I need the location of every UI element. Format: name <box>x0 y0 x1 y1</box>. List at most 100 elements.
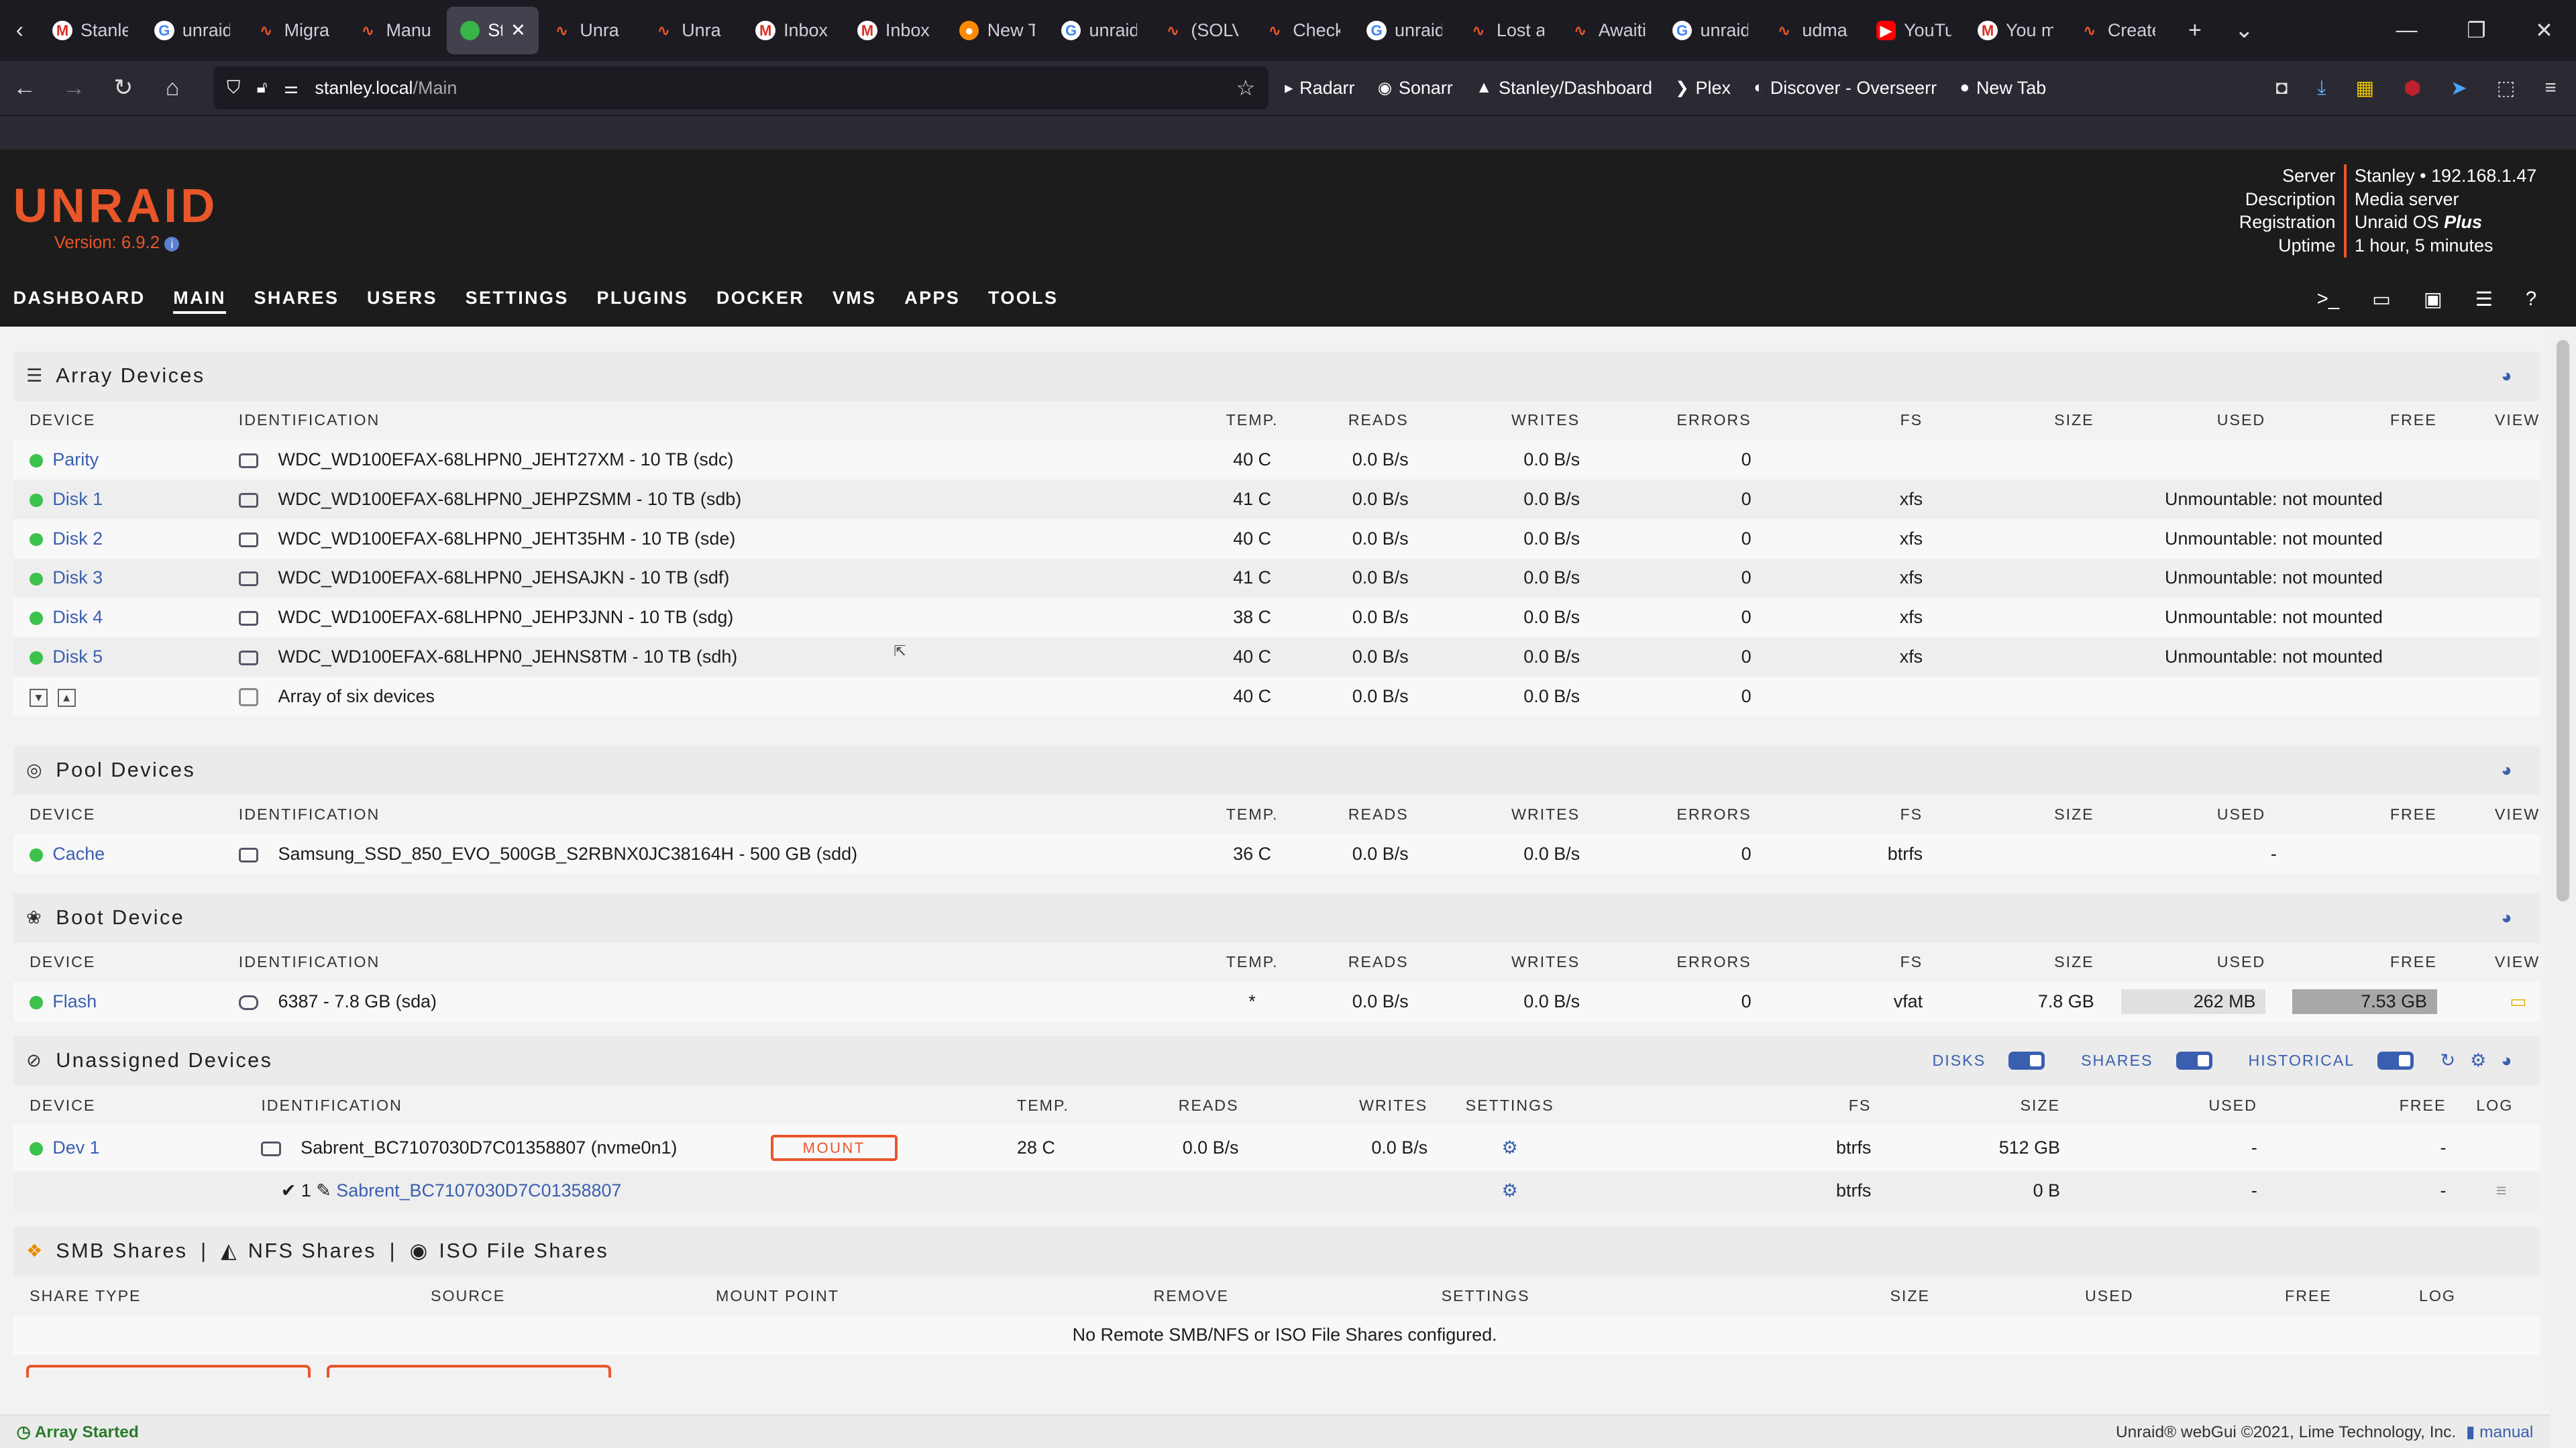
browse-folder-icon[interactable]: ▭ <box>2510 991 2526 1011</box>
forward-icon[interactable]: → <box>49 75 98 101</box>
unraid-logo[interactable]: UNRAID <box>13 179 219 233</box>
cursor-extension-icon[interactable]: ➤ <box>2451 76 2467 100</box>
ublock-icon[interactable]: ⬢ <box>2404 76 2421 100</box>
close-tab-icon[interactable]: ✕ <box>511 20 526 41</box>
nav-settings[interactable]: SETTINGS <box>466 288 569 315</box>
settings-gear-icon[interactable]: ⚙ <box>2470 1050 2488 1071</box>
help-icon[interactable]: ? <box>2526 288 2536 311</box>
nav-vms[interactable]: VMS <box>833 288 877 315</box>
url-text[interactable]: stanley.local/Main <box>315 78 457 99</box>
nav-dashboard[interactable]: DASHBOARD <box>13 288 146 315</box>
browser-tab[interactable]: ∿ Manu <box>345 7 447 54</box>
nav-shares[interactable]: SHARES <box>254 288 339 315</box>
browser-tab[interactable]: ▶ YouTu <box>1863 7 1965 54</box>
device-link[interactable]: Cache <box>52 844 105 864</box>
scrollbar-thumb[interactable] <box>2556 339 2570 902</box>
browser-tab[interactable]: M Inbox <box>743 7 845 54</box>
downloads-icon[interactable]: ⤓ <box>2317 76 2326 100</box>
permissions-icon[interactable]: ⚌ <box>284 78 299 98</box>
extension-badge-icon[interactable]: ▦ <box>2355 76 2374 100</box>
address-bar[interactable]: ⛉ 🔓︎ ⚌ stanley.local/Main ☆ <box>213 66 1269 109</box>
collapse-up-icon[interactable]: ▴ <box>57 689 76 708</box>
browser-tab[interactable]: ∿ (SOLV <box>1150 7 1252 54</box>
add-remote-share-button[interactable] <box>26 1364 311 1378</box>
bookmark-star-icon[interactable]: ☆ <box>1236 75 1255 101</box>
home-icon[interactable]: ⌂ <box>148 75 197 101</box>
browser-tab[interactable]: ∿ udma <box>1761 7 1863 54</box>
nav-apps[interactable]: APPS <box>904 288 960 315</box>
bookmark-item[interactable]: ● New Tab <box>1960 78 2046 99</box>
device-link[interactable]: Disk 2 <box>52 528 103 549</box>
shield-icon[interactable]: ⛉ <box>227 77 240 99</box>
device-link[interactable]: Dev 1 <box>52 1137 99 1158</box>
info-icon[interactable]: i <box>164 236 180 252</box>
terminal-icon[interactable]: >_ <box>2317 288 2340 311</box>
reload-icon[interactable]: ↻ <box>99 74 148 101</box>
nav-docker[interactable]: DOCKER <box>716 288 804 315</box>
close-window-icon[interactable]: ✕ <box>2535 17 2553 43</box>
partition-settings-icon[interactable]: ⚙ <box>1502 1180 1518 1201</box>
extension-icon[interactable]: ⬚ <box>2497 76 2516 100</box>
bookmark-item[interactable]: ◉ Sonarr <box>1378 78 1453 99</box>
browser-tab[interactable]: Sta ✕ <box>447 6 539 54</box>
shares-toggle[interactable] <box>2176 1052 2212 1070</box>
page-scrollbar[interactable] <box>2549 327 2576 1447</box>
registration-value[interactable]: Unraid OS Plus <box>2345 211 2537 234</box>
collapse-down-icon[interactable]: ▾ <box>30 689 48 708</box>
bookmark-item[interactable]: ▸ Radarr <box>1285 78 1354 99</box>
mount-button[interactable]: MOUNT <box>770 1135 898 1162</box>
bookmark-item[interactable]: ❯ Plex <box>1675 78 1731 99</box>
bookmark-item[interactable]: ▲ Stanley/Dashboard <box>1476 78 1652 99</box>
device-link[interactable]: Flash <box>52 991 97 1011</box>
device-link[interactable]: Parity <box>52 449 99 469</box>
refresh-icon[interactable]: ↻ <box>2440 1050 2457 1071</box>
tab-scroll-left-icon[interactable]: ‹ <box>0 17 40 44</box>
lock-icon[interactable]: 🔓︎ <box>257 78 268 97</box>
partition-link[interactable]: Sabrent_BC7107030D7C01358807 <box>336 1180 621 1201</box>
device-link[interactable]: Disk 5 <box>52 647 103 667</box>
bookmark-item[interactable]: ◐ Discover - Overseerr <box>1754 78 1937 99</box>
nav-plugins[interactable]: PLUGINS <box>596 288 688 315</box>
feedback-icon[interactable]: ▭ <box>2372 288 2391 311</box>
minimize-icon[interactable]: — <box>2396 17 2418 43</box>
restore-icon[interactable]: ❐ <box>2467 17 2486 43</box>
add-iso-share-button[interactable] <box>327 1364 611 1378</box>
browser-tab[interactable]: ∿ Lost a <box>1456 7 1558 54</box>
browser-tab[interactable]: M Stanley/Re <box>40 7 142 54</box>
browser-tab[interactable]: ∿ Awaiti <box>1558 7 1660 54</box>
browser-tab[interactable]: ∿ Unra <box>641 7 743 54</box>
dashboard-gauge-icon[interactable]: ◕ <box>2501 760 2514 781</box>
historical-toggle[interactable] <box>2377 1052 2414 1070</box>
device-link[interactable]: Disk 3 <box>52 567 103 588</box>
device-settings-icon[interactable]: ⚙ <box>1502 1137 1518 1158</box>
pocket-icon[interactable]: ◘ <box>2276 76 2288 100</box>
edit-pencil-icon[interactable]: ✎ <box>316 1180 331 1201</box>
dashboard-gauge-icon[interactable]: ◕ <box>2501 366 2514 386</box>
browser-tab[interactable]: ∿ Check <box>1252 7 1354 54</box>
browser-tab[interactable]: ● New T <box>947 7 1049 54</box>
log-icon[interactable]: ☰ <box>2475 288 2493 311</box>
browser-tab[interactable]: ∿ Unra <box>539 7 641 54</box>
browser-tab[interactable]: Gunraid <box>1659 7 1761 54</box>
log-lines-icon[interactable]: ≡ <box>2496 1180 2507 1201</box>
monitor-icon[interactable]: ▣ <box>2424 288 2443 311</box>
nav-tools[interactable]: TOOLS <box>988 288 1059 315</box>
manual-link[interactable]: ▮ manual <box>2466 1423 2534 1441</box>
nav-main[interactable]: MAIN <box>173 288 226 315</box>
browser-tab[interactable]: ∿ Migra <box>243 7 345 54</box>
browser-tab[interactable]: M Inbox <box>845 7 947 54</box>
nav-users[interactable]: USERS <box>367 288 437 315</box>
browser-tab[interactable]: Gunraid <box>1354 7 1456 54</box>
device-link[interactable]: Disk 1 <box>52 489 103 509</box>
browser-tab[interactable]: Gunraid <box>1048 7 1150 54</box>
back-icon[interactable]: ← <box>0 75 49 101</box>
browser-tab[interactable]: M You m <box>1965 7 2067 54</box>
device-link[interactable]: Disk 4 <box>52 607 103 627</box>
list-all-tabs-icon[interactable]: ⌄ <box>2235 17 2254 44</box>
disks-toggle[interactable] <box>2008 1052 2045 1070</box>
browser-tab[interactable]: Gunraid <box>142 7 244 54</box>
new-tab-icon[interactable]: + <box>2188 17 2202 44</box>
dashboard-gauge-icon[interactable]: ◕ <box>2501 1050 2514 1071</box>
browser-tab[interactable]: ∿ Create <box>2067 7 2169 54</box>
dashboard-gauge-icon[interactable]: ◕ <box>2501 907 2514 928</box>
